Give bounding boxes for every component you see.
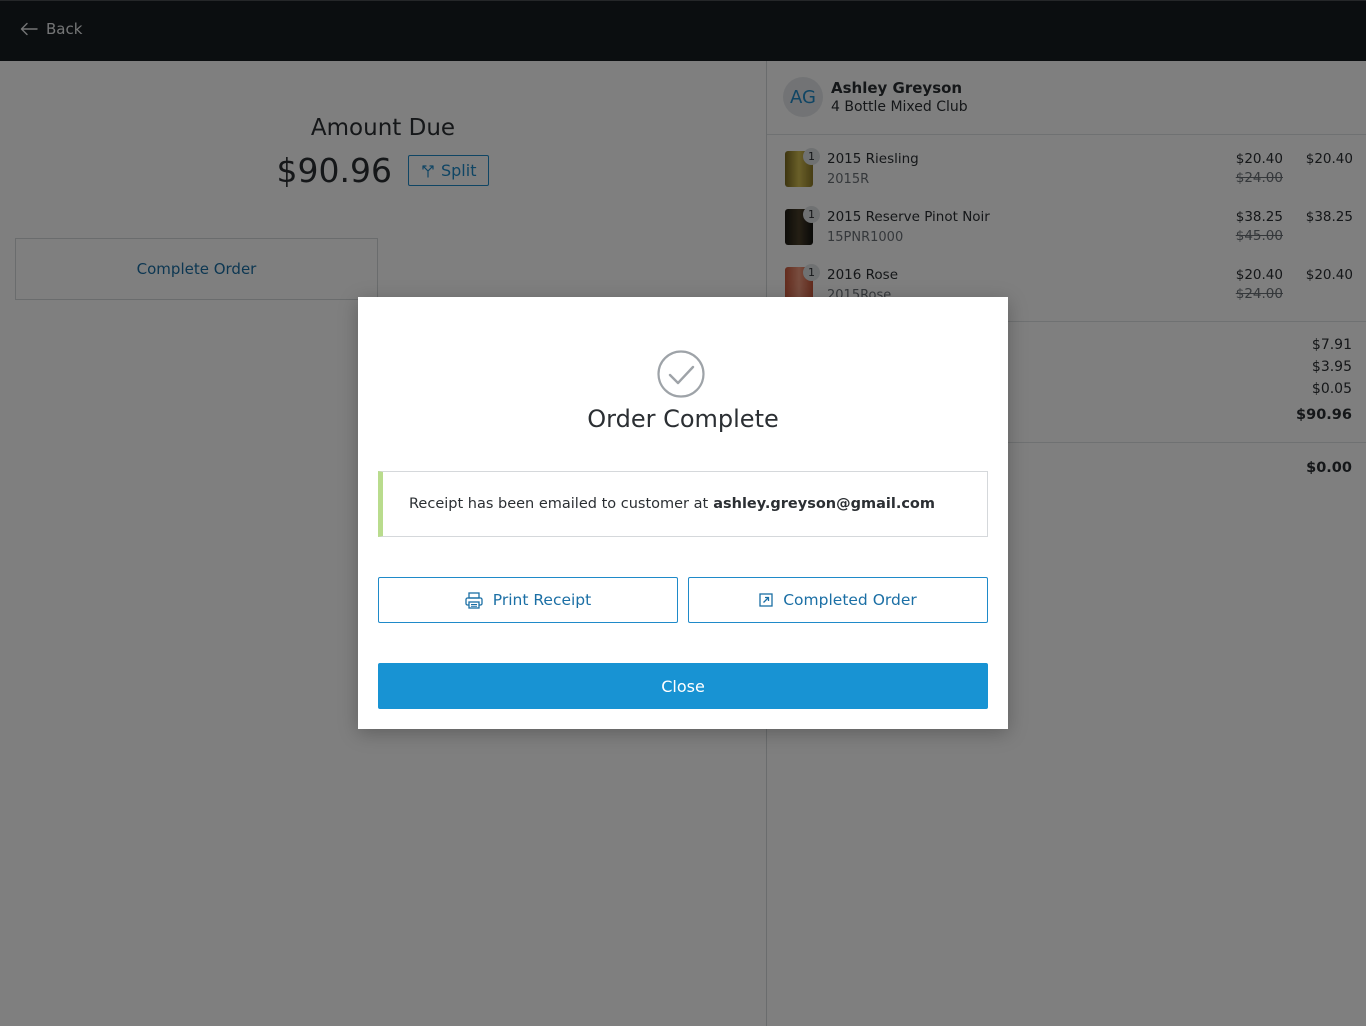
receipt-notice: Receipt has been emailed to customer at … (378, 471, 988, 537)
notice-text: Receipt has been emailed to customer at (409, 496, 709, 512)
print-receipt-label: Print Receipt (492, 591, 592, 609)
completed-order-button[interactable]: Completed Order (688, 577, 988, 623)
printer-icon (465, 591, 483, 609)
order-complete-dialog: Order Complete Receipt has been emailed … (358, 297, 1008, 729)
check-circle-icon (657, 350, 705, 398)
dialog-title: Order Complete (587, 405, 779, 433)
close-button[interactable]: Close (378, 663, 988, 709)
notice-email: ashley.greyson@gmail.com (713, 496, 935, 512)
external-link-icon (759, 593, 773, 607)
completed-order-label: Completed Order (783, 591, 917, 609)
close-label: Close (661, 676, 705, 696)
print-receipt-button[interactable]: Print Receipt (378, 577, 678, 623)
